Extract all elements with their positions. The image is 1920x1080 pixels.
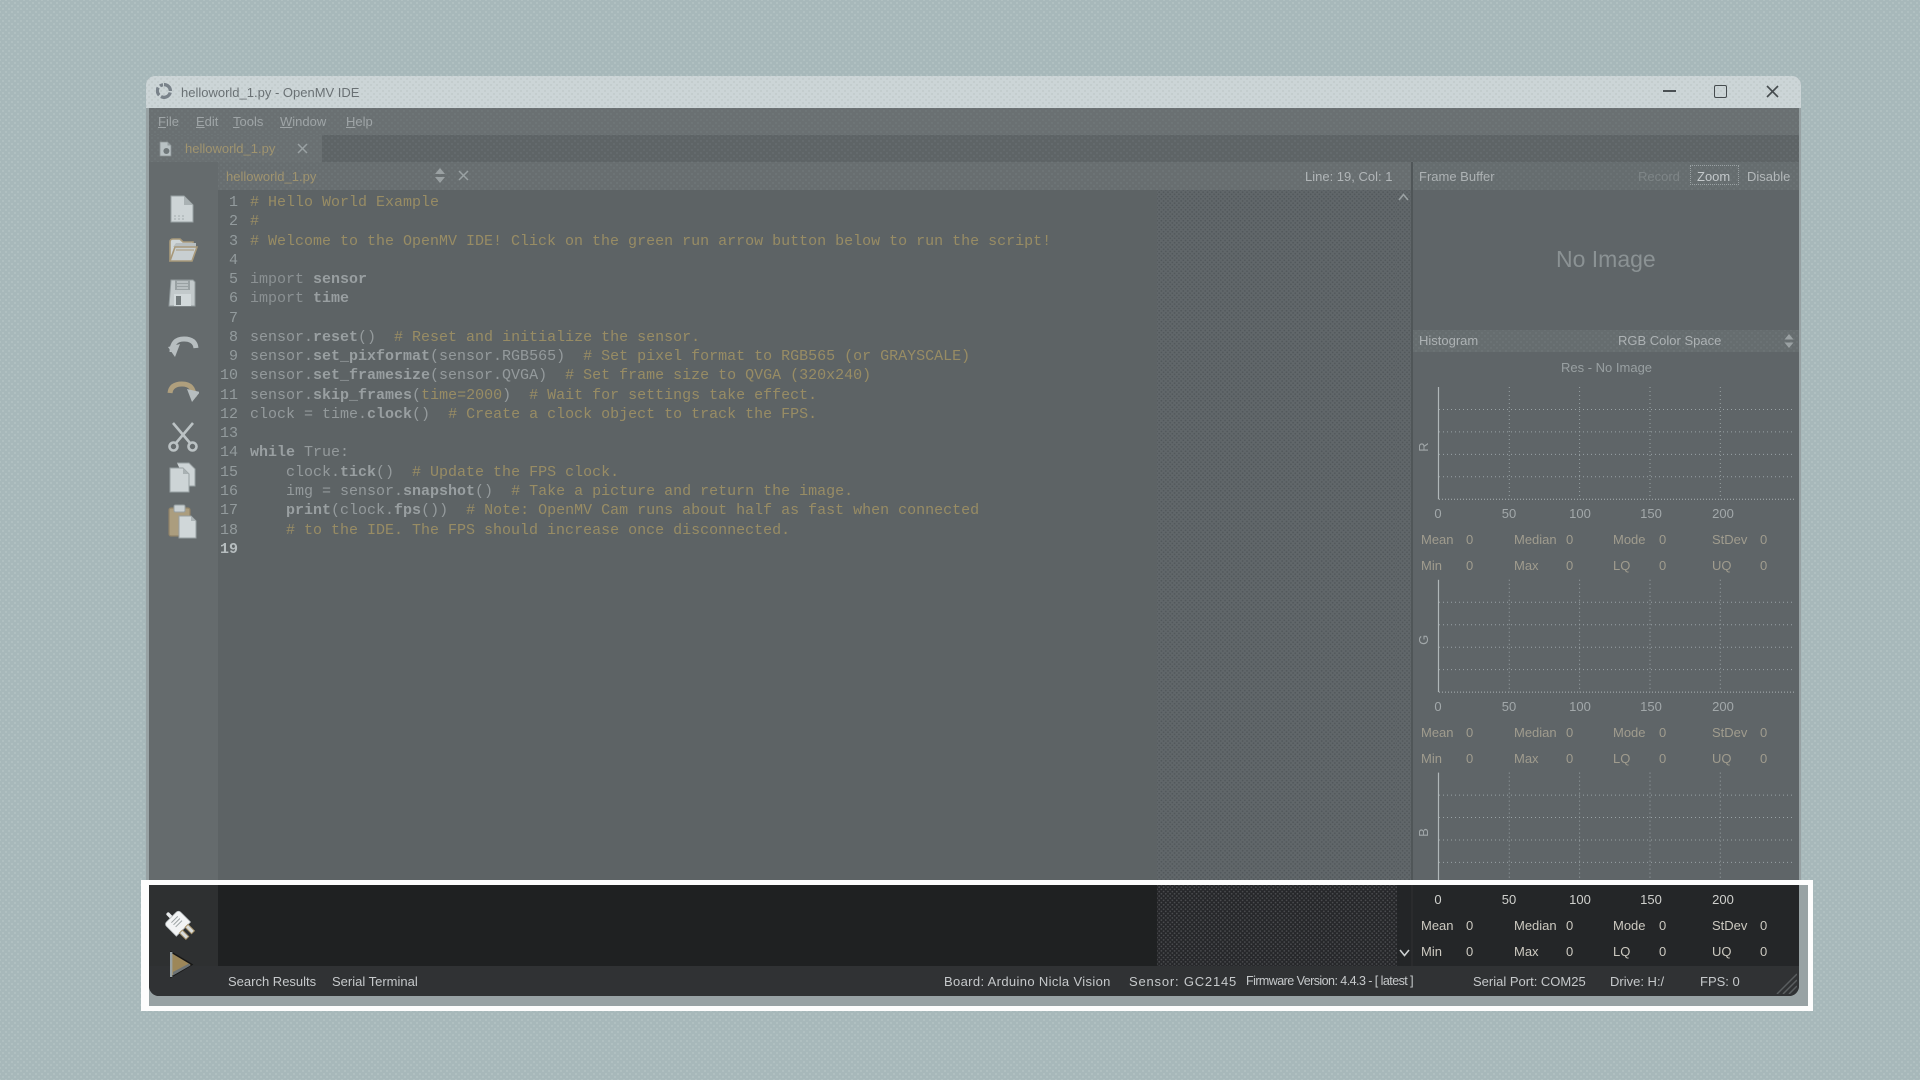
svg-text:R: R (1416, 442, 1431, 451)
svg-text:G: G (1416, 635, 1431, 645)
svg-text:B: B (1416, 828, 1431, 837)
